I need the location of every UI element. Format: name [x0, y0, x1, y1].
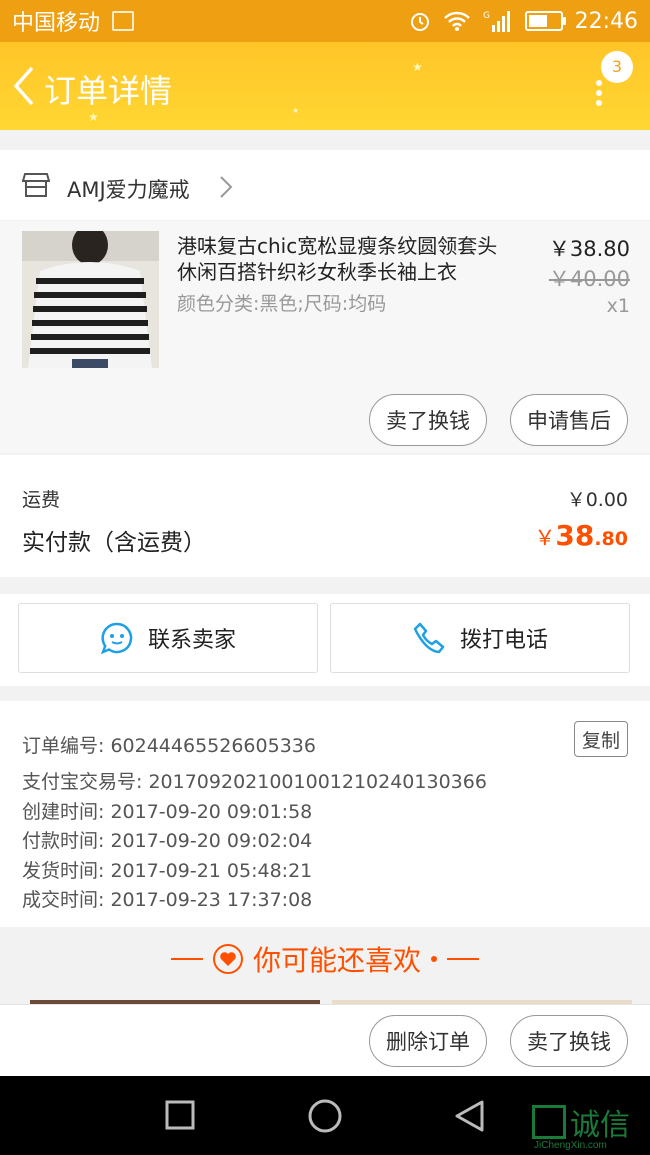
paid-time-row: 付款时间: 2017-09-20 09:02:04 [22, 826, 312, 853]
order-number: 60244465526605336 [110, 735, 316, 757]
bottom-action-bar: 删除订单 卖了换钱 [0, 1004, 650, 1077]
paid-integer: 38 [555, 519, 595, 552]
watermark-text: 诚信 [570, 1108, 630, 1143]
info-value: 2017-09-21 05:48:21 [110, 860, 313, 882]
watermark: 诚信 [532, 1100, 630, 1144]
home-icon[interactable] [306, 1098, 344, 1138]
status-bar: 中国移动 G 22:46 [0, 0, 650, 42]
call-label: 拨打电话 [459, 628, 548, 653]
clock-label: 22:46 [574, 8, 638, 34]
wifi-icon [443, 10, 471, 32]
after-sales-button[interactable]: 申请售后 [510, 394, 628, 446]
product-thumbnail[interactable] [22, 231, 159, 368]
battery-icon [524, 11, 566, 31]
product-spec: 颜色分类:黑色;尺码:均码 [177, 293, 387, 315]
info-value: 2017-09-23 17:37:08 [110, 889, 313, 911]
chevron-right-icon [218, 174, 234, 204]
decoration-star: ★ [412, 60, 423, 74]
info-label: 支付宝交易号: [22, 771, 143, 793]
info-label: 创建时间: [22, 801, 105, 823]
more-menu-button[interactable] [596, 76, 602, 110]
alarm-icon [409, 10, 431, 32]
shop-name: AMJ爱力魔戒 [67, 178, 190, 202]
decoration-star: ★ [88, 110, 99, 124]
watermark-url: JiChengXin.com [534, 1140, 607, 1151]
shipped-time-row: 发货时间: 2017-09-21 05:48:21 [22, 856, 312, 883]
paid-decimal: .80 [594, 528, 628, 550]
shipping-label: 运费 [22, 489, 61, 511]
copy-button[interactable]: 复制 [574, 721, 628, 757]
recents-icon[interactable] [163, 1098, 197, 1136]
paid-label: 实付款（含运费） [22, 530, 206, 556]
product-title[interactable]: 港味复古chic宽松显瘦条纹圆领套头休闲百搭针织衫女秋季长袖上衣 [177, 233, 517, 285]
title-bar: ★ ★ ★ 订单详情 3 [0, 42, 650, 130]
recommend-title: 你可能还喜欢 [252, 944, 421, 977]
shipping-value: ￥0.00 [566, 489, 628, 511]
network-type-label: G [483, 11, 490, 21]
alipay-trade-row: 支付宝交易号: 2017092021001001210240130366 [22, 767, 487, 794]
divider [170, 958, 203, 960]
info-label: 发货时间: [22, 860, 105, 882]
contact-seller-button[interactable]: 联系卖家 [18, 603, 318, 673]
paid-currency: ￥ [534, 526, 556, 550]
fee-summary: 运费 ￥0.00 实付款（含运费） ￥38.80 [0, 455, 650, 577]
call-button[interactable]: 拨打电话 [330, 603, 630, 673]
chat-bubble-icon [100, 622, 133, 655]
signal-icon: G [483, 9, 513, 33]
resell-button-bottom[interactable]: 卖了换钱 [510, 1015, 628, 1067]
created-time-row: 创建时间: 2017-09-20 09:01:58 [22, 797, 312, 824]
back-nav-icon[interactable] [452, 1098, 488, 1138]
divider [447, 958, 479, 960]
image-notification-icon [112, 11, 135, 31]
contact-section: 联系卖家 拨打电话 [0, 594, 650, 686]
order-number-row: 订单编号: 60244465526605336 [22, 731, 316, 758]
decoration-star: ★ [292, 106, 300, 115]
order-item[interactable]: 港味复古chic宽松显瘦条纹圆领套头休闲百搭针织衫女秋季长袖上衣 颜色分类:黑色… [0, 221, 650, 453]
info-value: 2017-09-20 09:02:04 [110, 830, 313, 852]
info-label: 付款时间: [22, 830, 105, 852]
recommend-header: 你可能还喜欢 [0, 927, 650, 991]
order-info: 订单编号: 60244465526605336 复制 支付宝交易号: 20170… [0, 701, 650, 927]
back-button[interactable] [10, 64, 40, 108]
resell-button[interactable]: 卖了换钱 [369, 394, 487, 446]
info-label: 成交时间: [22, 889, 105, 911]
watermark-logo-icon [532, 1105, 566, 1139]
info-value: 2017092021001001210240130366 [148, 771, 487, 793]
message-count-badge: 3 [601, 51, 633, 83]
paid-amount: ￥38.80 [534, 519, 628, 552]
product-quantity: x1 [606, 295, 630, 317]
carrier-label: 中国移动 [12, 11, 101, 36]
shop-row[interactable]: AMJ爱力魔戒 [0, 150, 650, 220]
info-value: 2017-09-20 09:01:58 [110, 801, 313, 823]
divider-dot [431, 956, 437, 962]
completed-time-row: 成交时间: 2017-09-23 17:37:08 [22, 885, 312, 912]
original-price: ￥40.00 [548, 267, 630, 291]
shop-icon [21, 172, 51, 202]
product-price: ￥38.80 [548, 237, 630, 261]
info-label: 订单编号: [22, 735, 105, 757]
phone-icon [413, 622, 445, 654]
page-title: 订单详情 [44, 72, 173, 110]
chevron-left-icon [13, 66, 34, 106]
delete-order-button[interactable]: 删除订单 [369, 1015, 487, 1067]
heart-icon [212, 944, 243, 974]
contact-seller-label: 联系卖家 [147, 628, 236, 653]
